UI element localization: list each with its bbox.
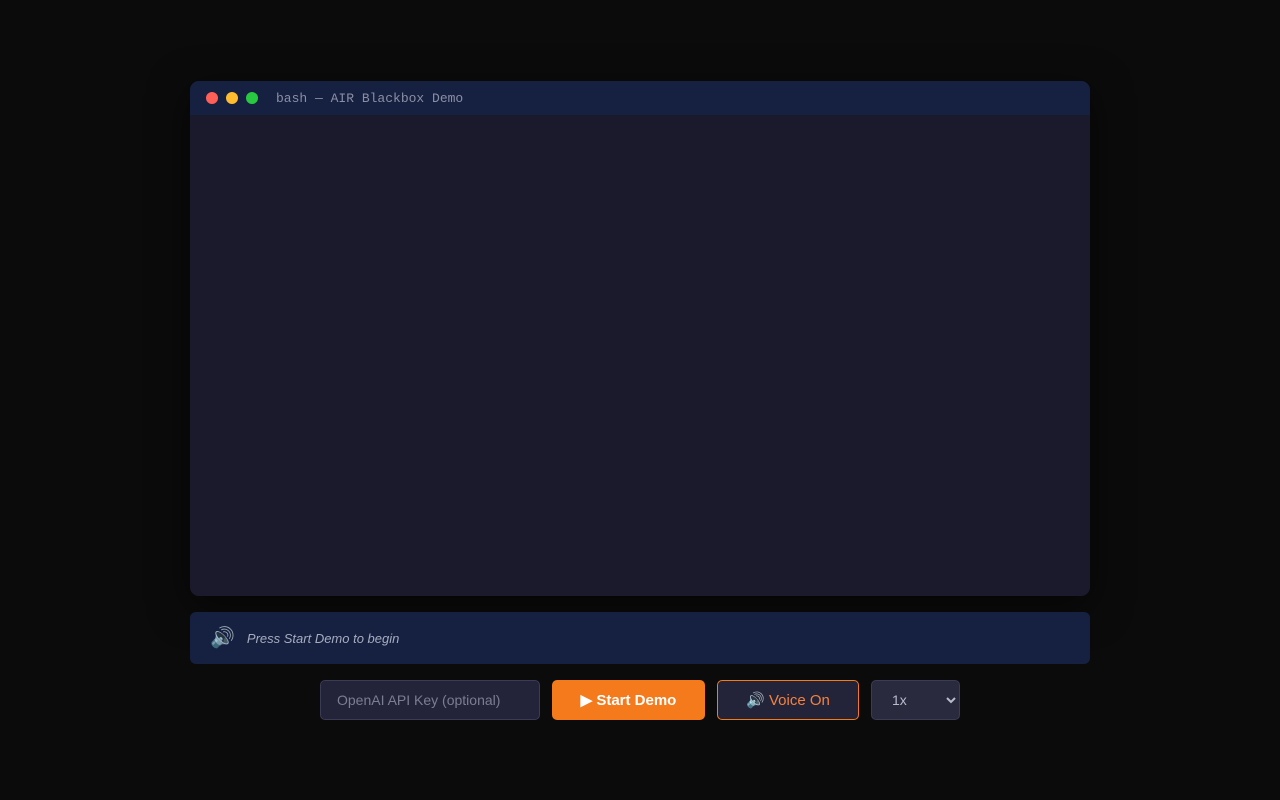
start-demo-button[interactable]: ▶ Start Demo	[552, 680, 705, 720]
minimize-window-dot[interactable]	[226, 92, 238, 104]
terminal-titlebar: bash — AIR Blackbox Demo	[190, 81, 1090, 115]
terminal-title: bash — AIR Blackbox Demo	[276, 90, 464, 106]
speed-select[interactable]: 1x	[871, 680, 960, 720]
narration-text: Press Start Demo to begin	[246, 630, 400, 646]
narration-bar: 🔊 Press Start Demo to begin	[190, 612, 1090, 664]
terminal-window: bash — AIR Blackbox Demo	[190, 81, 1090, 596]
close-window-dot[interactable]	[206, 92, 218, 104]
terminal-output[interactable]	[190, 115, 1090, 596]
speaker-icon: 🔊	[210, 627, 235, 649]
maximize-window-dot[interactable]	[246, 92, 258, 104]
page: bash — AIR Blackbox Demo 🔊 Press Start D…	[0, 0, 1280, 800]
api-key-input[interactable]	[320, 680, 540, 720]
voice-toggle-button[interactable]: 🔊 Voice On	[717, 680, 859, 720]
